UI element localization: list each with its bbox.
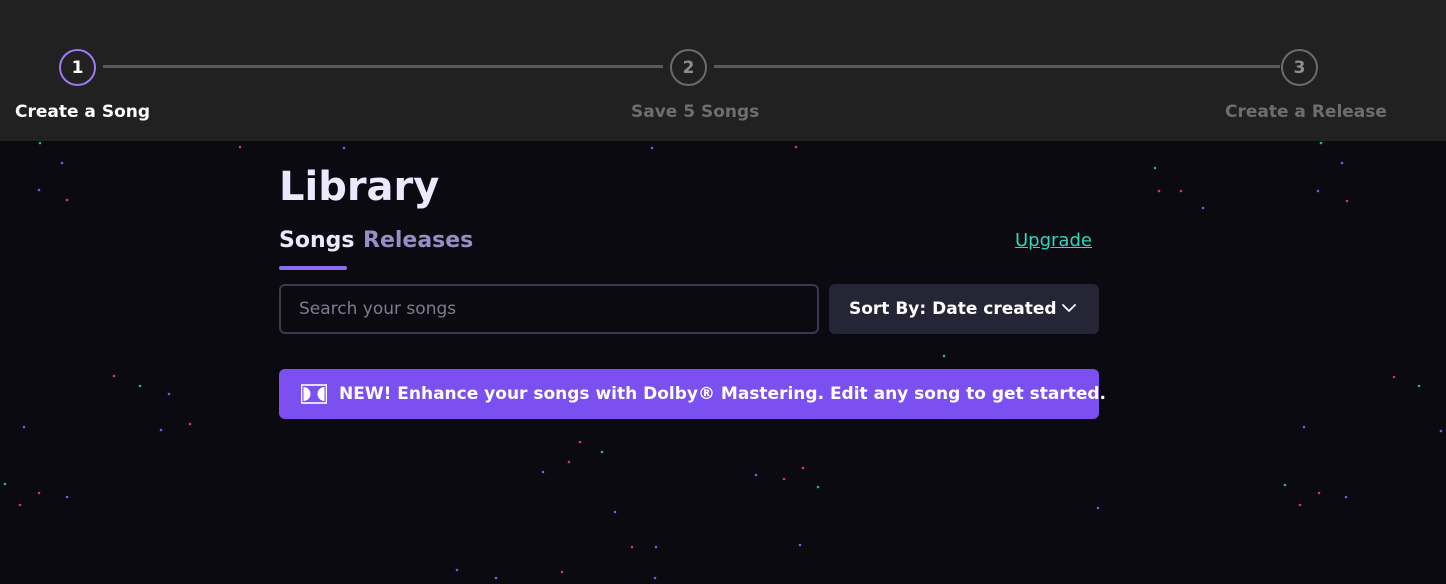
sort-dropdown[interactable]: Sort By: Date created xyxy=(829,284,1099,334)
step-3-circle: 3 xyxy=(1281,49,1318,86)
dolby-announcement-banner: NEW! Enhance your songs with Dolby® Mast… xyxy=(279,369,1106,419)
step-2-circle: 2 xyxy=(670,49,707,86)
step-3-label: Create a Release xyxy=(1225,102,1387,122)
step-connector xyxy=(714,65,1280,68)
dolby-icon xyxy=(301,384,327,404)
step-2-label: Save 5 Songs xyxy=(631,102,760,122)
step-1-circle: 1 xyxy=(59,49,96,86)
search-box xyxy=(279,284,819,334)
active-tab-indicator xyxy=(279,266,347,270)
sort-dropdown-label: Sort By: Date created xyxy=(849,299,1057,319)
upgrade-link[interactable]: Upgrade xyxy=(1015,230,1092,251)
step-connector xyxy=(103,65,663,68)
library-page: 1 2 3 Create a Song Save 5 Songs Create … xyxy=(0,0,1446,584)
tab-releases-label: Releases xyxy=(363,228,474,253)
banner-text: NEW! Enhance your songs with Dolby® Mast… xyxy=(339,384,1107,404)
tab-songs[interactable]: Songs xyxy=(279,228,355,270)
chevron-down-icon xyxy=(1062,304,1076,312)
tab-songs-label: Songs xyxy=(279,228,355,253)
tab-releases[interactable]: Releases xyxy=(363,228,473,253)
onboarding-stepper: 1 2 3 Create a Song Save 5 Songs Create … xyxy=(0,0,1446,141)
page-title: Library xyxy=(279,164,440,210)
search-input[interactable] xyxy=(299,299,799,319)
step-1-label: Create a Song xyxy=(15,102,151,122)
